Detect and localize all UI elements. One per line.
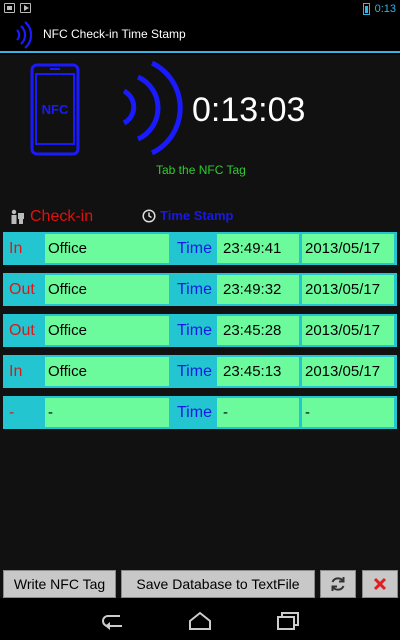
write-nfc-tag-button[interactable]: Write NFC Tag [3,570,116,598]
status-bar: 0:13 [0,0,400,17]
button-bar: Write NFC Tag Save Database to TextFile [0,570,400,600]
table-row[interactable]: In Office Time 23:45:13 2013/05/17 [3,355,397,388]
recent-apps-icon[interactable] [275,611,301,631]
row-date: 2013/05/17 [302,316,394,345]
row-place: Office [45,357,169,386]
checkin-label: Check-in [30,208,94,225]
row-time-label: Time [177,321,212,339]
table-row[interactable]: Out Office Time 23:45:28 2013/05/17 [3,314,397,347]
row-type: Out [9,280,35,298]
row-time: 23:49:32 [217,275,299,304]
person-icon [11,209,24,224]
clock-display: 0:13:03 [192,91,306,129]
phone-label: NFC [42,102,69,117]
row-type: In [9,239,23,257]
row-place: Office [45,234,169,263]
refresh-icon [331,577,345,591]
row-time-label: Time [177,239,212,257]
row-time: - [217,398,299,427]
row-place: Office [45,275,169,304]
row-time-label: Time [177,403,212,421]
clock-icon [142,208,156,223]
row-date: 2013/05/17 [302,234,394,263]
row-place: Office [45,316,169,345]
refresh-button[interactable] [320,570,356,598]
close-button[interactable] [362,570,398,598]
back-icon[interactable] [100,611,126,631]
app-title: NFC Check-in Time Stamp [43,27,186,41]
home-icon[interactable] [187,611,213,631]
row-place: - [45,398,169,427]
main-content: NFC 0:13:03 Tab the NFC Tag Check-in Tim… [0,55,400,598]
timestamp-label: Time Stamp [160,208,234,223]
row-time: 23:45:28 [217,316,299,345]
status-time: 0:13 [374,2,396,15]
row-date: 2013/05/17 [302,357,394,386]
row-type: In [9,362,23,380]
navigation-bar [0,602,400,640]
row-date: - [302,398,394,427]
close-icon [373,577,387,591]
battery-icon [362,2,370,15]
row-time: 23:49:41 [217,234,299,263]
nfc-phone-icon: NFC [30,63,80,156]
checkin-list: In Office Time 23:49:41 2013/05/17 Out O… [3,232,397,437]
row-time-label: Time [177,362,212,380]
save-database-button[interactable]: Save Database to TextFile [121,570,315,598]
notification-play-icon [20,3,31,13]
status-bar-right: 0:13 [362,1,396,16]
row-time-label: Time [177,280,212,298]
timestamp-column-header: Time Stamp [142,208,233,223]
row-time: 23:45:13 [217,357,299,386]
checkin-column-header: Check-in [10,208,93,226]
nfc-signal-icon [122,60,183,156]
nfc-waves-icon [16,21,33,49]
row-type: - [9,403,15,421]
action-bar: NFC Check-in Time Stamp [0,17,400,53]
tap-hint: Tab the NFC Tag [156,163,246,177]
table-row[interactable]: - - Time - - [3,396,397,429]
row-date: 2013/05/17 [302,275,394,304]
table-row[interactable]: Out Office Time 23:49:32 2013/05/17 [3,273,397,306]
row-type: Out [9,321,35,339]
table-row[interactable]: In Office Time 23:49:41 2013/05/17 [3,232,397,265]
notification-image-icon [4,3,15,13]
